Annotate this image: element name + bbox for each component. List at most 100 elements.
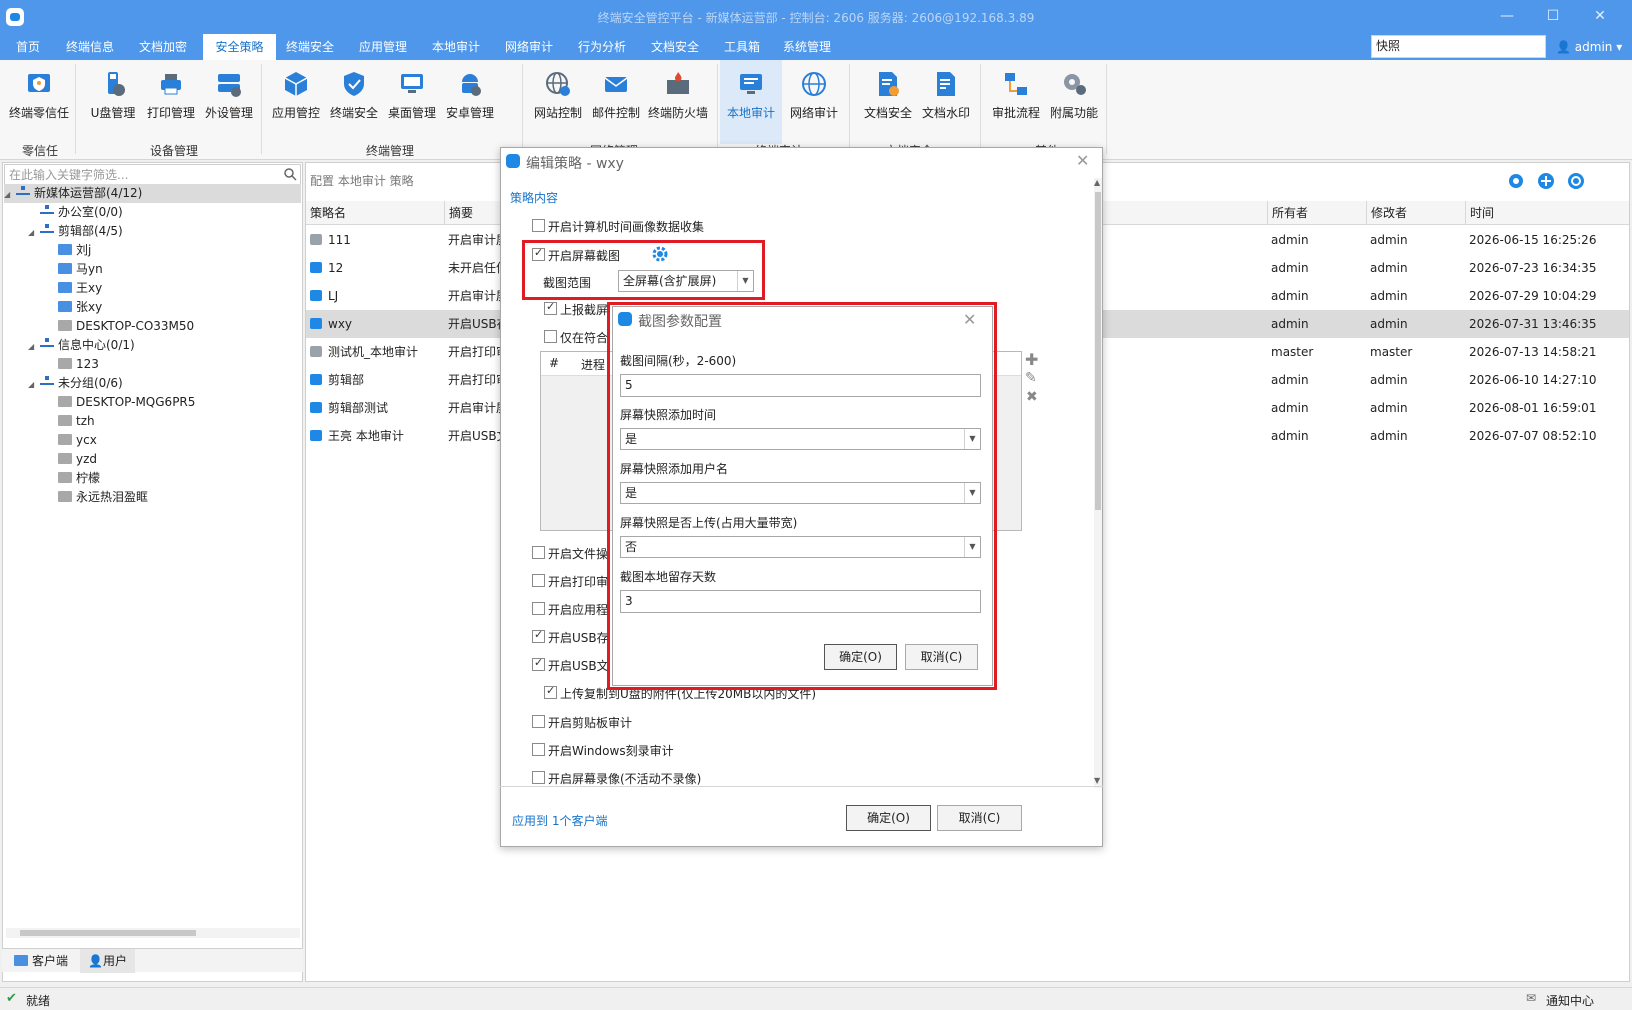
tree-node[interactable]: ◢ 未分组(0/6) bbox=[28, 374, 123, 393]
tree-node[interactable]: 永远热泪盈眶 bbox=[58, 488, 148, 507]
record-label: 开启屏幕录像(不活动不录像) bbox=[548, 772, 702, 786]
ribbon-extra-features[interactable]: 附属功能 bbox=[1043, 62, 1105, 142]
refresh-icon[interactable] bbox=[1567, 172, 1585, 190]
print-audit-checkbox[interactable] bbox=[532, 574, 545, 587]
ribbon-usb-manage[interactable]: U盘管理 bbox=[82, 62, 144, 142]
tree-node[interactable]: 刘j bbox=[58, 241, 91, 260]
column-header[interactable]: 修改者 bbox=[1366, 201, 1465, 225]
column-header[interactable]: 时间 bbox=[1465, 201, 1629, 225]
ribbon-print-manage[interactable]: 打印管理 bbox=[140, 62, 202, 142]
interval-input[interactable]: 5 bbox=[620, 374, 981, 397]
record-checkbox[interactable] bbox=[532, 771, 545, 784]
tree-node[interactable]: DESKTOP-CO33M50 bbox=[58, 317, 194, 336]
usb-store-checkbox[interactable] bbox=[532, 628, 545, 643]
close-icon[interactable]: ✕ bbox=[1076, 151, 1089, 170]
menu-behavior-analysis[interactable]: 行为分析 bbox=[572, 34, 632, 60]
close-window-icon[interactable]: ✕ bbox=[1590, 6, 1610, 26]
computer-icon bbox=[14, 955, 28, 966]
tree-node[interactable]: 办公室(0/0) bbox=[40, 203, 123, 222]
ribbon-local-audit[interactable]: 本地审计 bbox=[720, 60, 782, 144]
file-op-checkbox[interactable] bbox=[532, 546, 545, 559]
delete-process-icon[interactable]: ✖ bbox=[1026, 389, 1038, 405]
tree-node[interactable]: ◢ 新媒体运营部(4/12) bbox=[4, 184, 301, 203]
ribbon-peripheral-manage[interactable]: 外设管理 bbox=[198, 62, 260, 142]
menu-doc-security[interactable]: 文档安全 bbox=[645, 34, 705, 60]
edit-process-icon[interactable]: ✎ bbox=[1025, 370, 1037, 386]
image-collect-checkbox[interactable] bbox=[532, 219, 545, 232]
tree-node[interactable]: DESKTOP-MQG6PR5 bbox=[58, 393, 195, 412]
screenshot-settings-gear-icon[interactable] bbox=[652, 246, 668, 262]
column-header[interactable]: 策略名 bbox=[306, 201, 444, 225]
scope-select[interactable]: 全屏幕(含扩展屏) ▼ bbox=[618, 270, 754, 292]
group-label-terminal: 终端管理 bbox=[366, 144, 415, 158]
tab-users[interactable]: 👤用户 bbox=[80, 949, 135, 973]
keep-days-input[interactable]: 3 bbox=[620, 590, 981, 613]
only-match-checkbox[interactable] bbox=[544, 330, 557, 343]
gear-icon[interactable] bbox=[1507, 172, 1525, 190]
notification-center[interactable]: 通知中心 bbox=[1546, 992, 1594, 1009]
maximize-icon[interactable]: ☐ bbox=[1543, 6, 1563, 26]
ribbon-desktop-manage[interactable]: 桌面管理 bbox=[381, 62, 443, 142]
usb-file-checkbox[interactable] bbox=[532, 656, 545, 671]
ribbon-doc-watermark[interactable]: 文档水印 bbox=[915, 62, 977, 142]
tree-node[interactable]: 王xy bbox=[58, 279, 102, 298]
menu-system-manage[interactable]: 系统管理 bbox=[777, 34, 837, 60]
chevron-down-icon: ▼ bbox=[964, 483, 980, 503]
ribbon-toolbar: 终端零信任 U盘管理 打印管理 外设管理 应用管控 终端安全 桌面管理 安卓管理… bbox=[0, 60, 1632, 160]
ribbon-firewall[interactable]: 终端防火墙 bbox=[643, 62, 713, 142]
app-audit-checkbox[interactable] bbox=[532, 602, 545, 615]
menu-network-audit[interactable]: 网络审计 bbox=[499, 34, 559, 60]
tree-node[interactable]: ycx bbox=[58, 431, 97, 450]
minimize-icon[interactable]: — bbox=[1497, 6, 1517, 26]
ribbon-zero-trust[interactable]: 终端零信任 bbox=[8, 62, 70, 142]
tree-node[interactable]: ◢ 剪辑部(4/5) bbox=[28, 222, 123, 241]
add-user-select[interactable]: 是 ▼ bbox=[620, 482, 981, 504]
menu-local-audit[interactable]: 本地审计 bbox=[426, 34, 486, 60]
menu-app-manage[interactable]: 应用管理 bbox=[353, 34, 413, 60]
search-icon[interactable] bbox=[283, 167, 297, 181]
tab-clients[interactable]: 客户端 bbox=[6, 949, 76, 973]
burn-checkbox[interactable] bbox=[532, 743, 545, 756]
ribbon-android-manage[interactable]: 安卓管理 bbox=[439, 62, 501, 142]
column-header[interactable]: 所有者 bbox=[1267, 201, 1366, 225]
screenshot-checkbox[interactable] bbox=[532, 246, 545, 261]
tree-node[interactable]: 柠檬 bbox=[58, 469, 100, 488]
apply-link[interactable]: 应用到 1个客户端 bbox=[512, 812, 607, 829]
menu-terminal-security[interactable]: 终端安全 bbox=[280, 34, 340, 60]
ribbon-network-audit[interactable]: 网络审计 bbox=[783, 62, 845, 142]
upload-copy-checkbox[interactable] bbox=[544, 684, 557, 699]
tree-node[interactable]: 张xy bbox=[58, 298, 102, 317]
tree-node[interactable]: yzd bbox=[58, 450, 97, 469]
tree-node[interactable]: ◢ 信息中心(0/1) bbox=[28, 336, 135, 355]
ribbon-approval-flow[interactable]: 审批流程 bbox=[985, 62, 1047, 142]
tree-filter-input[interactable]: 在此输入关键字筛选... bbox=[4, 164, 301, 186]
tree-node[interactable]: 马yn bbox=[58, 260, 103, 279]
cancel-button[interactable]: 取消(C) bbox=[937, 805, 1022, 831]
clipboard-checkbox[interactable] bbox=[532, 715, 545, 728]
menu-toolbox[interactable]: 工具箱 bbox=[718, 34, 766, 60]
report-checkbox[interactable] bbox=[544, 300, 557, 315]
menu-terminal-info[interactable]: 终端信息 bbox=[60, 34, 120, 60]
sub-cancel-button[interactable]: 取消(C) bbox=[905, 644, 978, 670]
menu-security-policy[interactable]: 安全策略 bbox=[203, 34, 276, 60]
menu-home[interactable]: 首页 bbox=[10, 34, 46, 60]
user-menu[interactable]: 👤 admin ▾ bbox=[1556, 36, 1622, 58]
ribbon-terminal-security[interactable]: 终端安全 bbox=[323, 62, 385, 142]
tree-node[interactable]: 123 bbox=[58, 355, 99, 374]
vertical-scrollbar[interactable]: ▲ ▼ bbox=[1094, 178, 1102, 788]
sub-ok-button[interactable]: 确定(O) bbox=[824, 644, 897, 670]
menu-doc-encrypt[interactable]: 文档加密 bbox=[133, 34, 193, 60]
add-time-select[interactable]: 是 ▼ bbox=[620, 428, 981, 450]
upload-select[interactable]: 否 ▼ bbox=[620, 536, 981, 558]
add-icon[interactable] bbox=[1537, 172, 1555, 190]
ribbon-website-control[interactable]: 网站控制 bbox=[527, 62, 589, 142]
ok-button[interactable]: 确定(O) bbox=[846, 805, 931, 831]
tree-node[interactable]: tzh bbox=[58, 412, 95, 431]
ribbon-doc-security[interactable]: 文档安全 bbox=[857, 62, 919, 142]
close-icon[interactable]: ✕ bbox=[963, 310, 976, 329]
ribbon-app-control[interactable]: 应用管控 bbox=[265, 62, 327, 142]
ribbon-mail-control[interactable]: 邮件控制 bbox=[585, 62, 647, 142]
add-process-icon[interactable]: ✚ bbox=[1025, 350, 1038, 369]
horizontal-scrollbar[interactable] bbox=[6, 928, 300, 938]
search-input[interactable]: 快照 bbox=[1371, 35, 1546, 58]
